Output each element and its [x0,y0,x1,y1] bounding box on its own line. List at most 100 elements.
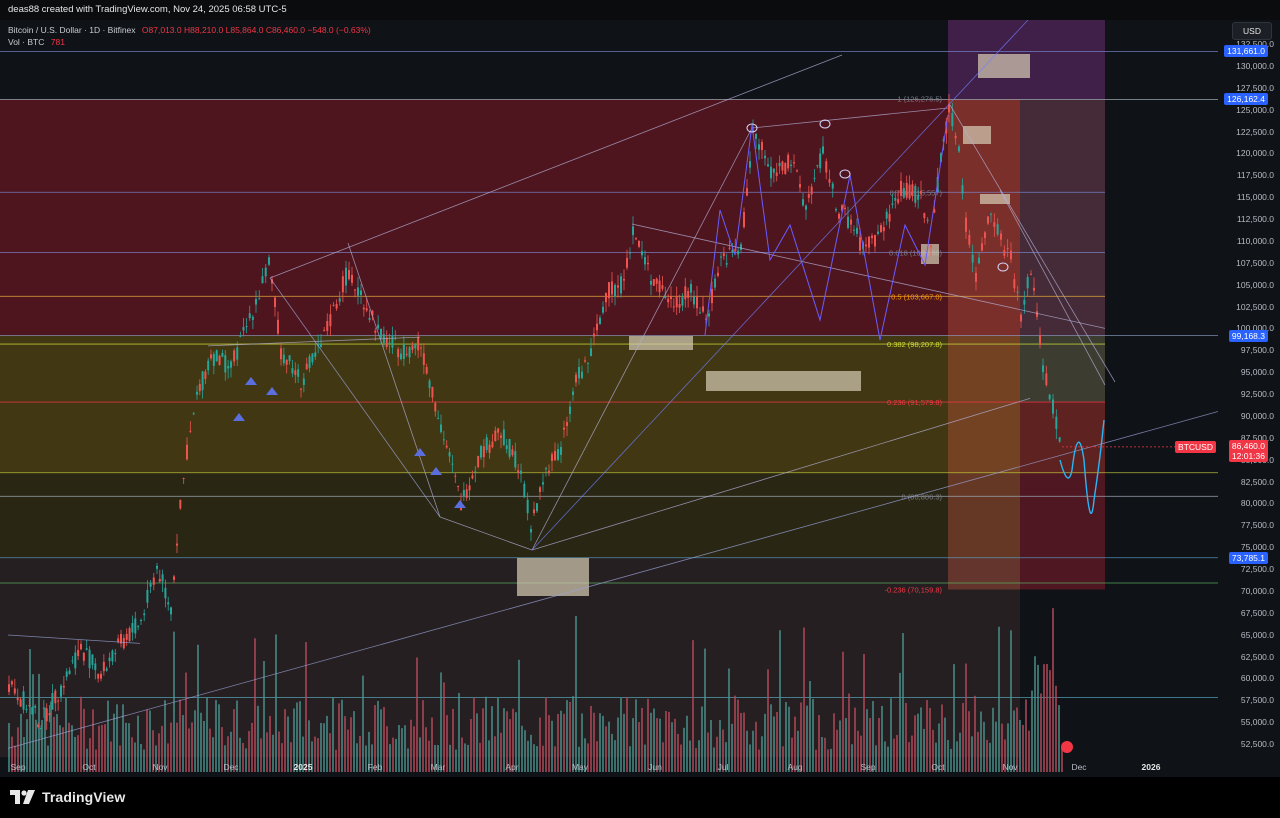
candle-body [650,280,652,285]
candle-body [880,225,882,233]
candle-body [285,359,288,365]
candle-body [678,304,681,308]
candle-body [323,330,326,332]
candle-body [173,576,175,580]
candle-body [681,297,684,306]
candle-body [57,700,60,702]
candle-body [377,324,380,329]
candle-body [218,355,221,365]
candle-body [740,244,742,250]
time-tick: Aug [787,762,803,772]
candle-body [590,348,592,356]
candle-body [641,251,643,256]
candle-body [975,272,977,282]
candle-body [548,470,550,474]
symbol-title[interactable]: Bitcoin / U.S. Dollar · 1D · Bitfinex [8,25,136,35]
candle-body [602,306,604,313]
price-level-label[interactable]: 126,162.4 [1224,93,1268,106]
volume-bar [1037,664,1039,772]
candle-body [85,648,88,650]
price-level-label[interactable]: 73,785.1 [1228,551,1268,564]
candle-body [655,278,658,284]
candle-body [111,650,114,662]
candle-body [300,388,302,390]
orange-projection-box[interactable] [948,99,1020,590]
candle-body [954,135,957,139]
candle-body [48,713,51,716]
price-tick: 102,500.0 [1236,301,1274,312]
highlight-box-6[interactable] [517,558,589,596]
candle-body [236,347,239,360]
candle-body [1030,273,1032,275]
candle-body [584,360,586,362]
red-projection-box[interactable] [1020,402,1105,590]
candle-body [68,670,71,675]
candle-body [611,281,613,295]
candle-body [302,378,305,385]
highlight-box-2[interactable] [980,194,1010,204]
candle-body [844,207,846,209]
candle-body [10,681,13,685]
volume-bar [575,615,577,772]
candle-body [465,489,468,498]
highlight-box-1[interactable] [963,126,991,144]
candle-body [134,618,137,634]
support-zone[interactable] [0,472,1020,558]
chart-panel[interactable]: 1 (126,276.5) 0.786 (115,557) 0.618 (108,6… [0,20,1280,777]
candle-body [474,471,477,473]
candle-body [708,313,710,317]
time-tick: Nov [1002,762,1018,772]
price-tick: 95,000.0 [1240,367,1274,378]
price-tick: 55,000.0 [1240,717,1274,728]
candle-body [626,258,628,268]
candle-body [563,427,565,430]
news-flag-icon[interactable] [1061,741,1073,753]
highlight-box-0[interactable] [978,54,1030,78]
candle-body [533,509,535,514]
volume-bar [842,651,844,772]
price-chart[interactable]: 1 (126,276.5)0.786 (115,557)0.618 (108,6… [0,20,1280,777]
candle-body [805,205,807,210]
time-tick: Oct [931,762,945,772]
candle-body [749,161,751,168]
candle-body [1010,250,1012,260]
candle-body [961,185,964,194]
price-level-label[interactable]: 99,168.3 [1228,329,1268,342]
volume-bar [197,644,199,772]
candle-body [94,663,97,671]
volume-bar [518,659,520,772]
candle-body [54,690,57,704]
price-level-label[interactable]: 131,661.0 [1224,45,1268,58]
candle-body [230,361,232,368]
time-tick: Sep [10,762,26,772]
candle-body [1033,287,1035,291]
candle-body [923,213,926,219]
change-value: −548.0 (−0.63%) [307,25,371,35]
volume-label[interactable]: Vol · BTC [8,37,44,47]
fib-label: 0.5 (103,667.0) [891,292,942,301]
candle-body [644,257,646,265]
candle-body [451,463,454,465]
time-tick: May [571,762,589,772]
candle-body [990,213,992,215]
candle-body [74,652,77,669]
candle-body [488,444,491,453]
tradingview-logo[interactable]: TradingView [10,789,125,805]
highlight-box-4[interactable] [629,336,693,350]
candle-body [822,146,824,154]
time-axis[interactable]: Sep Oct Nov Dec 2025 Feb Mar Apr May Jun Jul Aug Sep… [0,757,1218,777]
candle-body [425,366,428,374]
current-price-label[interactable]: 86,460.0 12:01:36 [1228,439,1268,462]
candle-body [189,430,192,432]
candle-body [758,144,760,150]
symbol-price-tag[interactable]: BTCUSD [1175,440,1216,453]
volume-bar [902,633,904,772]
candle-body [440,424,442,433]
candle-body [690,284,692,293]
candle-body [711,288,713,304]
highlight-box-5[interactable] [706,371,861,391]
price-axis[interactable]: 132,500.0 130,000.0 127,500.0 125,000.0 122,… [1175,20,1280,777]
candle-body [1045,373,1048,386]
price-tick: 72,500.0 [1240,564,1274,574]
volume-bar [1052,608,1054,772]
